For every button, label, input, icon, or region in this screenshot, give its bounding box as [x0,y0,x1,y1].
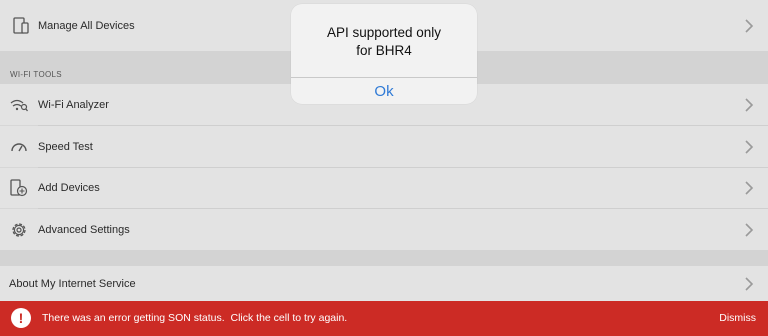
speed-test-row[interactable]: Speed Test [0,126,768,167]
error-banner[interactable]: ! There was an error getting SON status.… [0,301,768,336]
alert-message: API supported only for BHR4 [326,25,442,58]
chevron-right-icon [745,139,754,154]
chevron-right-icon [745,18,754,33]
add-devices-row[interactable]: Add Devices [0,168,768,208]
wifi-analyzer-label: Wi-Fi Analyzer [38,98,109,111]
section-header-wifi-tools: WI-FI TOOLS [10,70,62,79]
about-internet-service-label: About My Internet Service [9,277,136,290]
devices-icon [12,16,30,35]
chevron-right-icon [745,97,754,112]
add-device-icon [10,179,28,197]
chevron-right-icon [745,181,754,195]
chevron-right-icon [745,222,754,237]
alert-ok-button[interactable]: Ok [291,78,477,104]
error-icon: ! [11,308,31,328]
about-internet-service-row[interactable]: About My Internet Service [0,266,768,301]
speedometer-icon [10,138,28,156]
speed-test-label: Speed Test [38,140,93,153]
advanced-settings-row[interactable]: Advanced Settings [0,209,768,250]
chevron-right-icon [745,276,754,291]
wifi-search-icon [10,96,28,114]
gear-icon [10,221,28,239]
alert-dialog: API supported only for BHR4 Ok [291,4,477,104]
error-message: There was an error getting SON status. C… [42,312,348,324]
section-gap [0,250,768,266]
dismiss-button[interactable]: Dismiss [719,312,756,324]
advanced-settings-label: Advanced Settings [38,223,130,236]
manage-all-devices-label: Manage All Devices [38,19,135,32]
add-devices-label: Add Devices [38,182,100,194]
